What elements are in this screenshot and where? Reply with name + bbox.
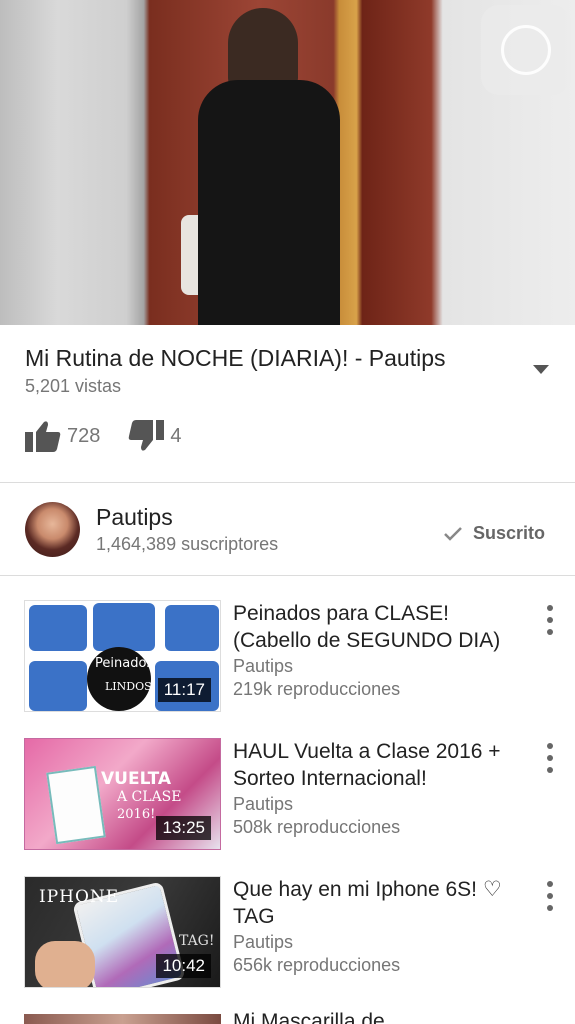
channel-name[interactable]: Pautips <box>96 504 278 531</box>
video-views: 508k reproducciones <box>233 817 401 837</box>
video-channel: Pautips <box>233 656 294 676</box>
video-thumbnail[interactable] <box>24 1014 221 1024</box>
like-button[interactable]: 728 <box>25 420 100 452</box>
dislike-count: 4 <box>170 424 182 447</box>
list-item[interactable]: Peinados LINDOS 11:17 Peinados para CLAS… <box>0 600 575 738</box>
video-thumbnail[interactable]: IPHONE TAG! 10:42 <box>24 876 221 988</box>
video-title[interactable]: HAUL Vuelta a Clase 2016 + Sorteo Intern… <box>233 738 518 792</box>
video-channel: Pautips <box>233 932 294 952</box>
video-title[interactable]: Peinados para CLASE! (Cabello de SEGUNDO… <box>233 600 518 654</box>
thumbnail-collage-photo <box>165 605 219 651</box>
video-meta: HAUL Vuelta a Clase 2016 + Sorteo Intern… <box>233 738 518 876</box>
subscribe-label: Suscrito <box>472 523 545 543</box>
subscriber-count: 1,464,389 suscriptores <box>96 533 279 554</box>
thumbnail-text: 2016! <box>117 807 156 822</box>
video-channel: Pautips <box>233 794 294 814</box>
thumbnail-collage-photo <box>29 605 87 651</box>
thumbnail-collage-photo <box>29 661 87 711</box>
checkmark-icon <box>444 526 462 541</box>
list-item[interactable]: Mi Mascarilla de ... <box>0 1010 575 1024</box>
video-title[interactable]: Mi Mascarilla de ... <box>233 1010 408 1024</box>
channel-row[interactable]: Pautips 1,464,389 suscriptores Suscrito <box>0 483 575 576</box>
video-views: 219k reproducciones <box>233 679 401 699</box>
more-vert-icon[interactable] <box>543 605 557 635</box>
thumbnail-collage-photo <box>93 603 155 651</box>
thumbs-up-icon <box>25 421 61 452</box>
video-duration: 10:42 <box>156 954 211 978</box>
list-item[interactable]: IPHONE TAG! 10:42 Que hay en mi Iphone 6… <box>0 876 575 1014</box>
video-views: 656k reproducciones <box>233 955 401 975</box>
like-count: 728 <box>67 424 101 447</box>
video-view-count: 5,201 vistas <box>25 376 122 396</box>
chevron-down-icon[interactable] <box>533 365 549 374</box>
video-title[interactable]: Que hay en mi Iphone 6S! ♡ TAG <box>233 876 518 930</box>
video-player[interactable] <box>0 0 575 325</box>
thumbnail-text: Peinados <box>95 656 154 671</box>
dislike-button[interactable]: 4 <box>128 420 182 452</box>
fullscreen-circle-icon <box>501 25 551 75</box>
thumbnail-hand <box>35 941 95 987</box>
video-meta: Que hay en mi Iphone 6S! ♡ TAG Pautips 6… <box>233 876 518 1014</box>
channel-text: Pautips 1,464,389 suscriptores <box>96 504 278 555</box>
video-info: Mi Rutina de NOCHE (DIARIA)! - Pautips 5… <box>0 325 575 483</box>
avatar[interactable] <box>25 501 80 557</box>
list-item[interactable]: VUELTA A CLASE 2016! 13:25 HAUL Vuelta a… <box>0 738 575 876</box>
video-duration: 11:17 <box>157 678 211 702</box>
video-meta: Peinados para CLASE! (Cabello de SEGUNDO… <box>233 600 518 738</box>
fullscreen-button[interactable] <box>481 5 571 95</box>
more-vert-icon[interactable] <box>543 743 557 773</box>
thumbnail-notebook <box>46 765 106 845</box>
thumbs-down-icon <box>129 420 165 451</box>
video-duration: 13:25 <box>156 816 211 840</box>
thumbnail-text: A CLASE <box>117 789 182 805</box>
video-thumbnail[interactable]: VUELTA A CLASE 2016! 13:25 <box>24 738 221 850</box>
rating-bar: 728 4 <box>25 420 550 452</box>
subscribe-button[interactable]: Suscrito <box>443 523 545 544</box>
thumbnail-text: IPHONE <box>39 887 120 907</box>
thumbnail-text: TAG! <box>179 933 215 949</box>
video-frame-person-body <box>198 80 340 325</box>
video-thumbnail[interactable]: Peinados LINDOS 11:17 <box>24 600 221 712</box>
thumbnail-text: LINDOS <box>105 680 152 693</box>
more-vert-icon[interactable] <box>543 881 557 911</box>
video-title[interactable]: Mi Rutina de NOCHE (DIARIA)! - Pautips <box>25 343 550 373</box>
thumbnail-text: VUELTA <box>101 769 172 789</box>
related-video-list: Peinados LINDOS 11:17 Peinados para CLAS… <box>0 576 575 1024</box>
